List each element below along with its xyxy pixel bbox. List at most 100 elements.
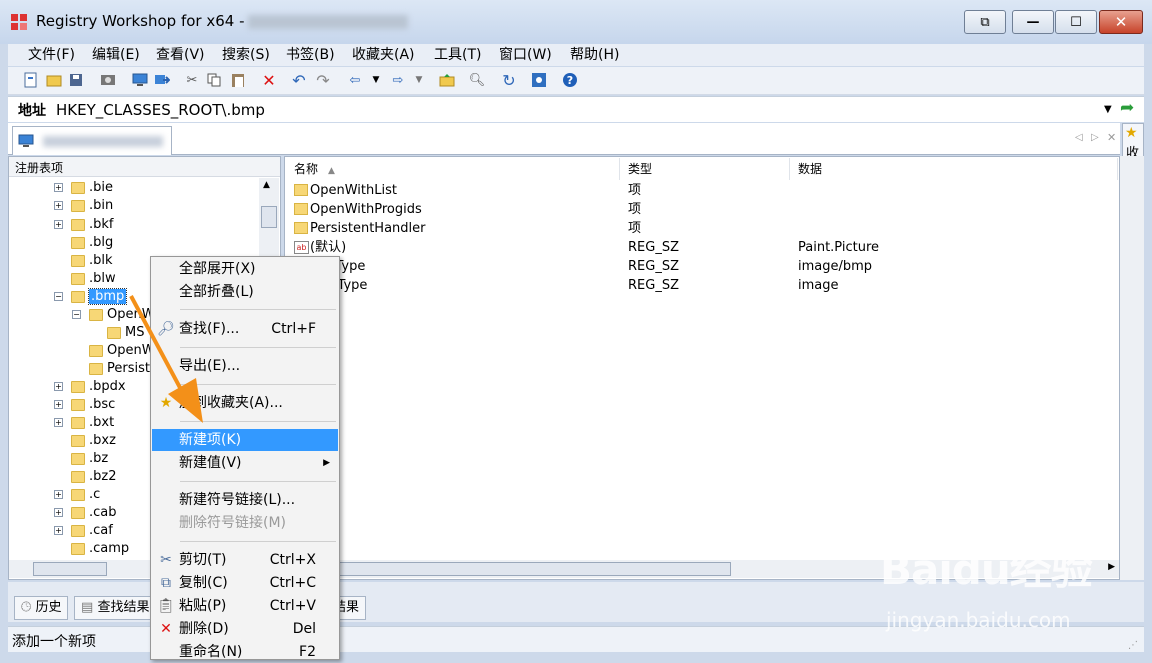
menu-window[interactable]: 窗口(W) <box>495 44 556 66</box>
tree-item[interactable]: .bz2 <box>54 468 116 486</box>
settings-icon[interactable] <box>529 70 549 90</box>
menu-edit[interactable]: 编辑(E) <box>88 44 144 66</box>
tree-item[interactable]: OpenW <box>72 342 155 360</box>
context-menu-item[interactable]: 新建符号链接(L)... <box>152 489 338 511</box>
paste-icon[interactable] <box>228 70 248 90</box>
tree-item[interactable]: + .cab <box>54 504 117 522</box>
address-dropdown-icon[interactable]: ▼ <box>1104 104 1112 115</box>
collapse-icon[interactable]: − <box>72 310 81 319</box>
expand-icon[interactable]: + <box>54 382 63 391</box>
context-menu-item[interactable]: 导出(E)... <box>152 355 338 377</box>
restore-window-button[interactable]: ⧉ <box>964 10 1006 34</box>
tab-find-results[interactable]: ▤ 查找结果 <box>74 596 157 620</box>
copy-icon[interactable] <box>204 70 224 90</box>
menu-favorites[interactable]: 收藏夹(A) <box>348 44 419 66</box>
context-menu-item[interactable]: 全部折叠(L) <box>152 281 338 303</box>
tree-item[interactable]: MS <box>90 324 144 342</box>
context-menu-item[interactable]: 📋︎ 粘贴(P) Ctrl+V <box>152 595 338 617</box>
list-cell-name[interactable]: OpenWithProgids <box>310 200 422 219</box>
tab-close-icon[interactable]: ✕ <box>1107 131 1116 144</box>
capture-icon[interactable] <box>98 70 118 90</box>
menu-help[interactable]: 帮助(H) <box>566 44 623 66</box>
context-menu-item[interactable]: 全部展开(X) <box>152 258 338 280</box>
tab-nav-left-icon[interactable]: ◁ <box>1075 132 1083 143</box>
column-header-data[interactable]: 数据 <box>790 158 1118 180</box>
column-header-name[interactable]: 名称 ▲ <box>286 158 620 180</box>
tree-item[interactable]: + .bsc <box>54 396 115 414</box>
help-icon[interactable]: ? <box>560 70 580 90</box>
tab-history[interactable]: 🕒︎ 历史 <box>14 596 69 620</box>
tree-item[interactable]: + .bpdx <box>54 378 126 396</box>
tree-item[interactable]: + .bin <box>54 197 113 215</box>
context-menu-item[interactable]: ✕ 删除(D) Del <box>152 618 338 640</box>
delete-icon[interactable]: ✕ <box>259 70 279 90</box>
tab-local-computer[interactable] <box>12 126 172 155</box>
menu-file[interactable]: 文件(F) <box>24 44 79 66</box>
tree-item[interactable]: Persiste <box>72 360 158 378</box>
new-icon[interactable] <box>21 70 41 90</box>
context-menu-item[interactable]: 新建项(K) <box>152 429 338 451</box>
undo-icon[interactable]: ↶ <box>289 70 309 90</box>
tree-scroll-thumb[interactable] <box>261 206 277 228</box>
column-header-type[interactable]: 类型 <box>620 158 790 180</box>
open-icon[interactable] <box>44 70 64 90</box>
back-dropdown-icon[interactable]: ▼ <box>366 70 386 90</box>
find-icon[interactable]: 🔍︎ <box>467 70 487 90</box>
tree-item[interactable]: + .c <box>54 486 100 504</box>
tree-item-label: .c <box>89 487 101 502</box>
tree-item[interactable]: .blk <box>54 252 113 270</box>
registry-workshop-app-icon[interactable] <box>10 13 28 31</box>
expand-icon[interactable]: + <box>54 508 63 517</box>
tab-nav-right-icon[interactable]: ▷ <box>1091 132 1099 143</box>
tree-hscroll-thumb[interactable] <box>33 562 107 576</box>
tree-item[interactable]: − OpenW <box>72 306 155 324</box>
expand-icon[interactable]: + <box>54 526 63 535</box>
cut-icon[interactable]: ✂ <box>182 70 202 90</box>
list-hscroll-thumb[interactable] <box>305 562 731 576</box>
maximize-button[interactable]: ☐ <box>1055 10 1097 34</box>
address-input[interactable] <box>56 99 1106 121</box>
tree-item[interactable]: .blw <box>54 270 116 288</box>
tree-item[interactable]: .camp <box>54 540 129 558</box>
tree-item[interactable]: + .caf <box>54 522 113 540</box>
expand-icon[interactable]: + <box>54 490 63 499</box>
menu-search[interactable]: 搜索(S) <box>218 44 274 66</box>
expand-icon[interactable]: + <box>54 400 63 409</box>
forward-dropdown-icon[interactable]: ▼ <box>409 70 429 90</box>
close-button[interactable]: ✕ <box>1099 10 1143 34</box>
list-cell-name[interactable]: PersistentHandler <box>310 219 426 238</box>
parent-folder-icon[interactable] <box>437 70 457 90</box>
tree-item[interactable]: − .bmp <box>54 288 128 306</box>
context-menu-item[interactable]: ★ 加到收藏夹(A)... <box>152 392 338 414</box>
list-cell-name[interactable]: (默认) <box>310 238 346 257</box>
expand-icon[interactable]: + <box>54 220 63 229</box>
tree-item[interactable]: + .bie <box>54 179 113 197</box>
tree-item[interactable]: + .bxt <box>54 414 114 432</box>
context-menu-item[interactable]: 新建值(V) ▶ <box>152 452 338 474</box>
redo-icon[interactable]: ↷ <box>313 70 333 90</box>
tree-item[interactable]: .blg <box>54 234 113 252</box>
tree-item[interactable]: + .bkf <box>54 216 114 234</box>
list-cell-name[interactable]: OpenWithList <box>310 181 397 200</box>
tree-item[interactable]: .bz <box>54 450 108 468</box>
save-icon[interactable] <box>66 70 86 90</box>
expand-icon[interactable]: + <box>54 418 63 427</box>
back-icon[interactable]: ⇦ <box>345 70 365 90</box>
context-menu-item[interactable]: ⧉ 复制(C) Ctrl+C <box>152 572 338 594</box>
list-vertical-scrollbar[interactable] <box>1120 156 1144 580</box>
tree-item[interactable]: .bxz <box>54 432 116 450</box>
menu-tools[interactable]: 工具(T) <box>430 44 485 66</box>
minimize-button[interactable]: — <box>1012 10 1054 34</box>
refresh-icon[interactable]: ↻ <box>499 70 519 90</box>
connect-icon[interactable] <box>152 70 172 90</box>
context-menu-item[interactable]: ✂ 剪切(T) Ctrl+X <box>152 549 338 571</box>
context-menu-item[interactable]: 🔎︎ 查找(F)... Ctrl+F <box>152 318 338 340</box>
expand-icon[interactable]: + <box>54 183 63 192</box>
forward-icon[interactable]: ⇨ <box>388 70 408 90</box>
go-arrow-icon[interactable]: ➦ <box>1120 98 1134 118</box>
menu-bookmarks[interactable]: 书签(B) <box>282 44 339 66</box>
computer-icon[interactable] <box>130 70 150 90</box>
collapse-icon[interactable]: − <box>54 292 63 301</box>
menu-view[interactable]: 查看(V) <box>152 44 209 66</box>
expand-icon[interactable]: + <box>54 201 63 210</box>
